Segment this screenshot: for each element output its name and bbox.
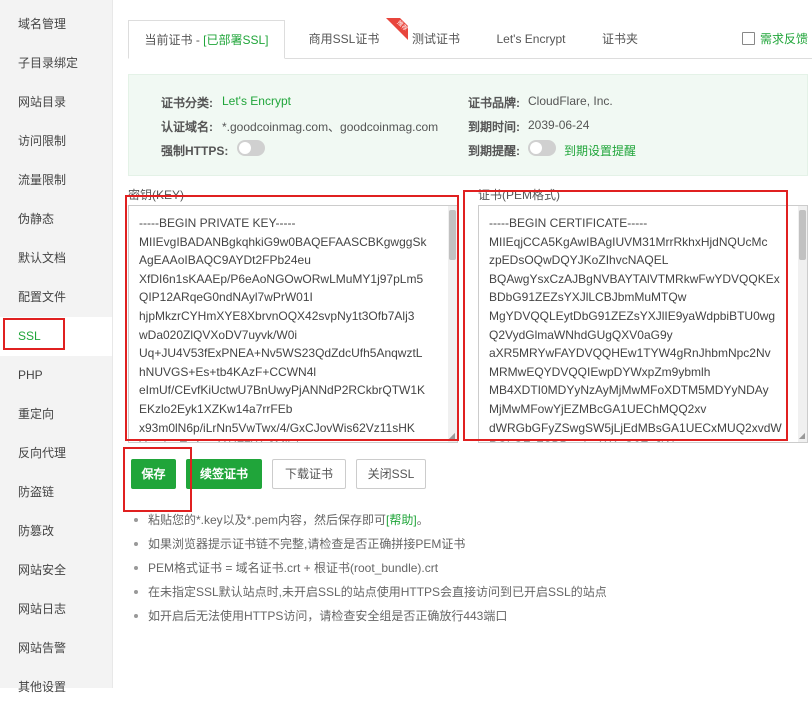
sidebar-item-traffic-limit[interactable]: 流量限制 bbox=[0, 161, 112, 200]
feedback-link[interactable]: 需求反馈 bbox=[741, 20, 808, 58]
tab-current-status: [已部署SSL] bbox=[203, 33, 269, 47]
help-link[interactable]: [帮助] bbox=[386, 513, 417, 527]
renew-cert-button[interactable]: 续签证书 bbox=[186, 459, 262, 489]
cert-resize-handle[interactable]: ◢ bbox=[799, 431, 805, 440]
tab-cert-folder[interactable]: 证书夹 bbox=[594, 20, 646, 58]
sidebar-item-config[interactable]: 配置文件 bbox=[0, 278, 112, 317]
category-label: 证书分类: bbox=[161, 96, 213, 110]
tab-test-cert[interactable]: 测试证书 bbox=[404, 20, 468, 58]
ssl-highlight-box bbox=[3, 318, 65, 350]
sidebar-item-hotlink[interactable]: 防盗链 bbox=[0, 473, 112, 512]
domain-value: *.goodcoinmag.com、goodcoinmag.com bbox=[222, 120, 439, 134]
cert-info-panel: 证书分类: Let's Encrypt 证书品牌: CloudFlare, In… bbox=[128, 74, 808, 176]
expiry-label: 到期时间: bbox=[468, 120, 520, 134]
save-highlight-box bbox=[123, 447, 192, 512]
sidebar-item-tamper[interactable]: 防篡改 bbox=[0, 512, 112, 551]
tab-current-cert[interactable]: 当前证书 - [已部署SSL] bbox=[128, 20, 285, 59]
sidebar-item-subdir[interactable]: 子目录绑定 bbox=[0, 44, 112, 83]
brand-label: 证书品牌: bbox=[468, 96, 520, 110]
sidebar-item-php[interactable]: PHP bbox=[0, 356, 112, 395]
edit-icon bbox=[741, 32, 755, 45]
tip-item: 如开启后无法使用HTTPS访问，请检查安全组是否正确放行443端口 bbox=[134, 604, 607, 628]
tab-current-label: 当前证书 - bbox=[144, 33, 204, 47]
tip-item: 如果浏览器提示证书链不完整,请检查是否正确拼接PEM证书 bbox=[134, 532, 607, 556]
tab-commercial-ssl[interactable]: 商用SSL证书 推荐 bbox=[298, 18, 408, 58]
tip-text: 粘贴您的*.key以及*.pem内容，然后保存即可 bbox=[148, 513, 387, 527]
remind-label: 到期提醒: bbox=[468, 144, 520, 158]
sidebar-item-logs[interactable]: 网站日志 bbox=[0, 590, 112, 629]
tips-list: 粘贴您的*.key以及*.pem内容，然后保存即可[帮助]。 如果浏览器提示证书… bbox=[134, 508, 607, 628]
sidebar-divider bbox=[112, 0, 113, 688]
sidebar-item-rewrite[interactable]: 伪静态 bbox=[0, 200, 112, 239]
https-label: 强制HTTPS: bbox=[161, 144, 229, 158]
expiry-value: 2039-06-24 bbox=[528, 118, 590, 132]
category-value: Let's Encrypt bbox=[222, 94, 291, 108]
sidebar-item-site-dir[interactable]: 网站目录 bbox=[0, 83, 112, 122]
download-cert-button[interactable]: 下载证书 bbox=[272, 459, 346, 489]
feedback-label: 需求反馈 bbox=[759, 32, 808, 46]
sidebar-item-domain[interactable]: 域名管理 bbox=[0, 5, 112, 44]
remind-settings-link[interactable]: 到期设置提醒 bbox=[564, 142, 636, 159]
close-ssl-button[interactable]: 关闭SSL bbox=[356, 459, 426, 489]
brand-value: CloudFlare, Inc. bbox=[528, 94, 613, 108]
tab-letsencrypt[interactable]: Let's Encrypt bbox=[486, 20, 576, 58]
sidebar-item-access-limit[interactable]: 访问限制 bbox=[0, 122, 112, 161]
cert-highlight-box bbox=[463, 190, 788, 441]
tip-item: 粘贴您的*.key以及*.pem内容，然后保存即可[帮助]。 bbox=[134, 508, 607, 532]
tip-item: 在未指定SSL默认站点时,未开启SSL的站点使用HTTPS会直接访问到已开启SS… bbox=[134, 580, 607, 604]
key-highlight-box bbox=[125, 195, 459, 441]
sidebar-item-reverse-proxy[interactable]: 反向代理 bbox=[0, 434, 112, 473]
sidebar-item-redirect[interactable]: 重定向 bbox=[0, 395, 112, 434]
sidebar-item-default-doc[interactable]: 默认文档 bbox=[0, 239, 112, 278]
sidebar-item-security[interactable]: 网站安全 bbox=[0, 551, 112, 590]
ssl-tabs: 当前证书 - [已部署SSL] 商用SSL证书 推荐 测试证书 Let's En… bbox=[128, 18, 812, 59]
cert-scrollbar[interactable] bbox=[798, 206, 807, 442]
tab-commercial-label: 商用SSL证书 bbox=[308, 32, 380, 46]
tip-suffix: 。 bbox=[416, 513, 429, 527]
sidebar-item-alerts[interactable]: 网站告警 bbox=[0, 629, 112, 668]
expiry-remind-toggle[interactable] bbox=[528, 140, 556, 156]
force-https-toggle[interactable] bbox=[237, 140, 265, 156]
domain-label: 认证域名: bbox=[161, 120, 213, 134]
tip-item: PEM格式证书 = 域名证书.crt + 根证书(root_bundle).cr… bbox=[134, 556, 607, 580]
